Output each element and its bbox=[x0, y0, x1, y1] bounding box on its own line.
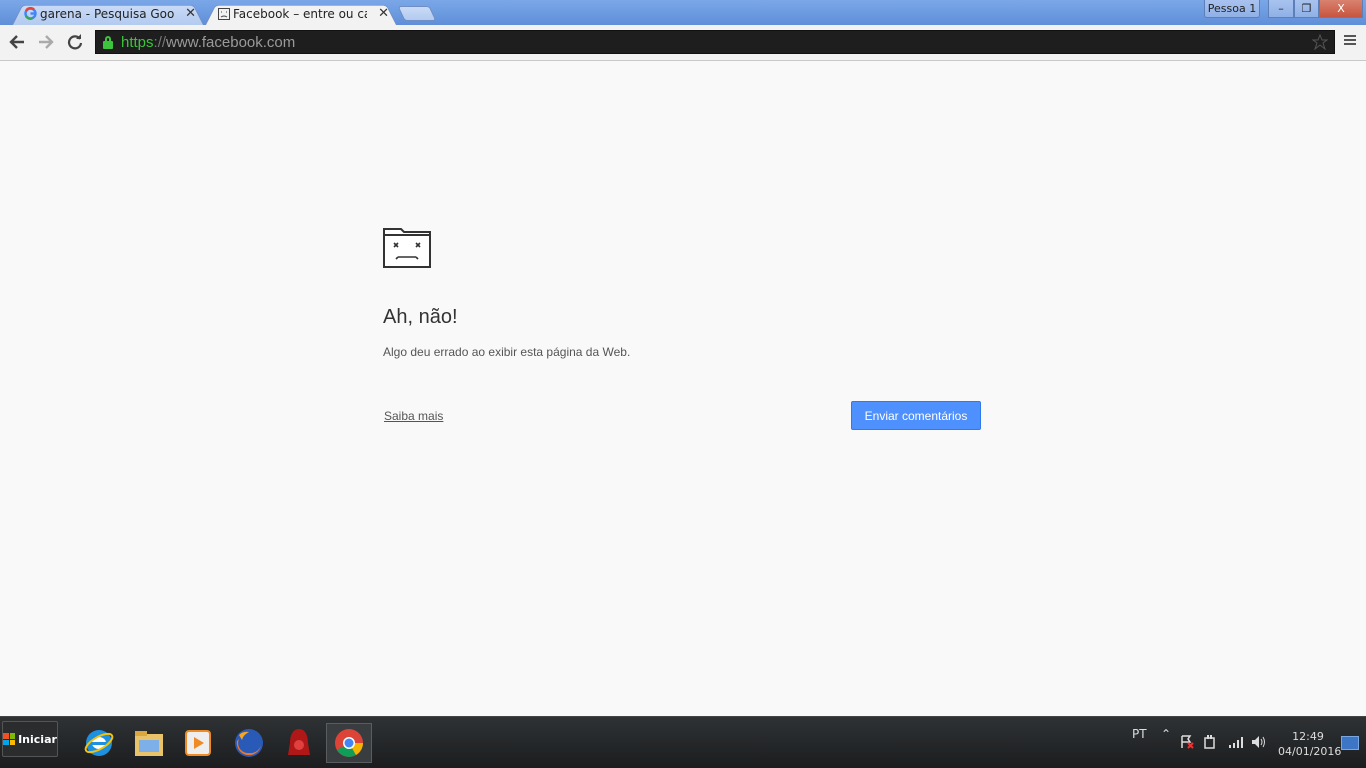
url-separator: :// bbox=[153, 33, 167, 51]
network-signal-icon[interactable] bbox=[1228, 735, 1244, 752]
tab-facebook[interactable]: Facebook – entre ou cadastre-se ✕ bbox=[205, 2, 397, 25]
power-icon[interactable] bbox=[1203, 735, 1217, 752]
error-page: Ah, não! Algo deu errado ao exibir esta … bbox=[0, 61, 1366, 716]
close-window-button[interactable]: X bbox=[1319, 0, 1363, 18]
action-center-icon[interactable] bbox=[1180, 735, 1194, 752]
start-button[interactable]: Iniciar bbox=[2, 721, 58, 757]
clock-time: 12:49 bbox=[1292, 730, 1324, 743]
minimize-button[interactable]: – bbox=[1268, 0, 1294, 18]
tab-label: garena - Pesquisa Google bbox=[40, 6, 174, 21]
garena-icon[interactable] bbox=[276, 723, 322, 763]
send-feedback-button[interactable]: Enviar comentários bbox=[851, 401, 981, 430]
show-desktop-button[interactable] bbox=[1341, 736, 1359, 750]
close-icon[interactable]: ✕ bbox=[185, 6, 196, 21]
chrome-icon[interactable] bbox=[326, 723, 372, 763]
profile-button[interactable]: Pessoa 1 bbox=[1204, 0, 1260, 18]
menu-icon[interactable] bbox=[1342, 33, 1358, 49]
url-scheme: https bbox=[121, 33, 154, 51]
lock-icon[interactable] bbox=[102, 36, 114, 49]
error-title: Ah, não! bbox=[383, 306, 458, 328]
start-label: Iniciar bbox=[18, 732, 57, 746]
restore-button[interactable]: ❐ bbox=[1294, 0, 1319, 18]
clock[interactable]: 12:49 04/01/2016 bbox=[1278, 729, 1342, 759]
language-indicator[interactable]: PT bbox=[1132, 727, 1147, 741]
close-icon[interactable]: ✕ bbox=[378, 6, 389, 21]
volume-icon[interactable] bbox=[1251, 735, 1267, 752]
internet-explorer-icon[interactable] bbox=[76, 723, 122, 763]
reload-icon[interactable] bbox=[65, 32, 85, 52]
new-tab-button[interactable] bbox=[397, 6, 437, 21]
title-bar: garena - Pesquisa Google ✕ Facebook – en… bbox=[0, 0, 1366, 25]
firefox-icon[interactable] bbox=[226, 723, 272, 763]
clock-date: 04/01/2016 bbox=[1278, 745, 1342, 758]
learn-more-link[interactable]: Saiba mais bbox=[384, 409, 443, 423]
sad-folder-icon bbox=[383, 228, 431, 268]
star-icon[interactable] bbox=[1311, 33, 1329, 54]
address-bar[interactable]: https://www.facebook.com bbox=[95, 30, 1335, 54]
tab-google-search[interactable]: garena - Pesquisa Google ✕ bbox=[12, 2, 204, 25]
error-message: Algo deu errado ao exibir esta página da… bbox=[383, 345, 631, 359]
file-explorer-icon[interactable] bbox=[126, 723, 172, 763]
show-hidden-icons-icon[interactable]: ⌃ bbox=[1161, 727, 1171, 741]
back-icon[interactable] bbox=[7, 32, 27, 52]
tab-label: Facebook – entre ou cadastre-se bbox=[233, 6, 367, 21]
media-player-icon[interactable] bbox=[175, 723, 221, 763]
windows-logo-icon bbox=[3, 733, 16, 745]
forward-icon[interactable] bbox=[36, 32, 56, 52]
url-text[interactable]: https://www.facebook.com bbox=[121, 34, 295, 51]
browser-toolbar: https://www.facebook.com bbox=[0, 25, 1366, 61]
taskbar: Iniciar PT ⌃ 12:49 04/01/2016 bbox=[0, 716, 1366, 768]
url-host: www.facebook.com bbox=[166, 33, 296, 51]
